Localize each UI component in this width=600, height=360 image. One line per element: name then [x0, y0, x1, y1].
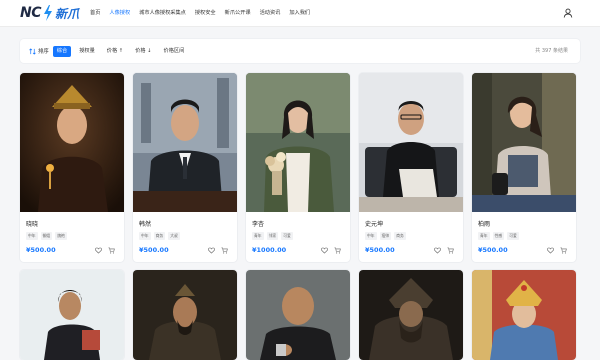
sort-icon	[29, 47, 36, 55]
tag-list: 中年 商务 大叔	[139, 232, 183, 240]
nav-item-license-security[interactable]: 授权安全	[195, 0, 216, 27]
nav-item-home[interactable]: 首页	[90, 0, 100, 27]
sort-chip-default[interactable]: 综合	[52, 45, 72, 57]
top-navigation-bar: NC 新爪 首页 人像授权 城市人像授权采集点 授权安全 新爪公开课 活动资讯 …	[0, 0, 600, 27]
portrait-name[interactable]: 史元坤	[365, 219, 383, 228]
tag: 大叔	[168, 232, 180, 240]
tag-list: 中年 痞帅 商务	[365, 232, 409, 240]
portrait-name[interactable]: 晓晓	[26, 219, 38, 228]
portrait-card[interactable]: 史元坤 中年 痞帅 商务 ¥500.00	[359, 73, 463, 262]
tag: 可爱	[507, 232, 519, 240]
logo-text: 新爪	[55, 6, 80, 21]
main-nav: 首页 人像授权 城市人像授权采集点 授权安全 新爪公开课 活动资讯 加入我们	[90, 0, 319, 27]
tag: 可爱	[281, 232, 293, 240]
nav-item-news[interactable]: 活动资讯	[260, 0, 281, 27]
portrait-name[interactable]: 韩然	[139, 219, 151, 228]
portrait-card[interactable]	[246, 270, 350, 360]
tag: 商务	[394, 232, 406, 240]
portrait-photo[interactable]	[472, 270, 576, 360]
cart-icon[interactable]	[221, 247, 228, 254]
sort-chip-price-desc[interactable]: 价格 ↓	[131, 46, 155, 57]
tag-list: 青年 性感 可爱	[478, 232, 522, 240]
tag: 旗袍	[55, 232, 67, 240]
portrait-photo[interactable]	[246, 270, 350, 360]
sort-chip-price-asc[interactable]: 价格 ↑	[103, 46, 127, 57]
portrait-photo[interactable]	[472, 73, 576, 212]
tag: 中年	[139, 232, 151, 240]
nav-item-open-class[interactable]: 新爪公开课	[225, 0, 251, 27]
heart-icon[interactable]	[434, 247, 441, 254]
heart-icon[interactable]	[208, 247, 215, 254]
portrait-card[interactable]	[472, 270, 576, 360]
sort-chip-license-count[interactable]: 授权量	[75, 46, 99, 57]
nav-item-join-us[interactable]: 加入我们	[289, 0, 310, 27]
portrait-name[interactable]: 李杏	[252, 219, 264, 228]
tag-list: 青年 邻家 可爱	[252, 232, 296, 240]
portrait-photo[interactable]	[359, 270, 463, 360]
portrait-photo[interactable]	[20, 270, 124, 360]
cart-icon[interactable]	[560, 247, 567, 254]
portrait-card[interactable]: 李杏 青年 邻家 可爱 ¥1000.00	[246, 73, 350, 262]
tag: 性感	[492, 232, 505, 240]
nav-item-city-collection[interactable]: 城市人像授权采集点	[139, 0, 186, 27]
portrait-card[interactable]: 晓晓 中年 御姐 旗袍 ¥500.00	[20, 73, 124, 262]
nav-item-portrait-license[interactable]: 人像授权	[109, 0, 130, 27]
tag: 青年	[252, 232, 264, 240]
portrait-card[interactable]	[133, 270, 237, 360]
cart-icon[interactable]	[334, 247, 341, 254]
portrait-card[interactable]	[359, 270, 463, 360]
tag: 御姐	[40, 232, 53, 240]
price: ¥500.00	[139, 246, 169, 254]
tag: 青年	[478, 232, 490, 240]
price: ¥1000.00	[252, 246, 287, 254]
price: ¥500.00	[478, 246, 508, 254]
tag-list: 中年 御姐 旗袍	[26, 232, 70, 240]
tag: 中年	[365, 232, 377, 240]
portrait-photo[interactable]	[359, 73, 463, 212]
user-icon[interactable]	[563, 8, 573, 18]
sort-chip-price-range[interactable]: 价格区间	[160, 46, 189, 57]
portrait-photo[interactable]	[20, 73, 124, 212]
price: ¥500.00	[26, 246, 56, 254]
logo-mark: NC	[20, 5, 42, 21]
portrait-photo[interactable]	[246, 73, 350, 212]
portrait-photo[interactable]	[133, 73, 237, 212]
sort-label: 排序	[38, 49, 49, 55]
tag: 邻家	[266, 232, 279, 240]
tag: 痞帅	[379, 232, 392, 240]
cart-icon[interactable]	[108, 247, 115, 254]
cart-icon[interactable]	[447, 247, 454, 254]
tag: 商务	[153, 232, 166, 240]
heart-icon[interactable]	[547, 247, 554, 254]
heart-icon[interactable]	[321, 247, 328, 254]
portrait-card[interactable]	[20, 270, 124, 360]
portrait-card[interactable]: 韩然 中年 商务 大叔 ¥500.00	[133, 73, 237, 262]
brand-logo[interactable]: NC 新爪	[20, 4, 79, 22]
heart-icon[interactable]	[95, 247, 102, 254]
result-count: 共 397 条结果	[535, 48, 568, 54]
tag: 中年	[26, 232, 38, 240]
lightning-icon	[44, 5, 52, 21]
price: ¥500.00	[365, 246, 395, 254]
portrait-name[interactable]: 柏雨	[478, 219, 490, 228]
portrait-card[interactable]: 柏雨 青年 性感 可爱 ¥500.00	[472, 73, 576, 262]
filter-bar: 排序 综合 授权量 价格 ↑ 价格 ↓ 价格区间 共 397 条结果	[20, 39, 580, 63]
portrait-photo[interactable]	[133, 270, 237, 360]
